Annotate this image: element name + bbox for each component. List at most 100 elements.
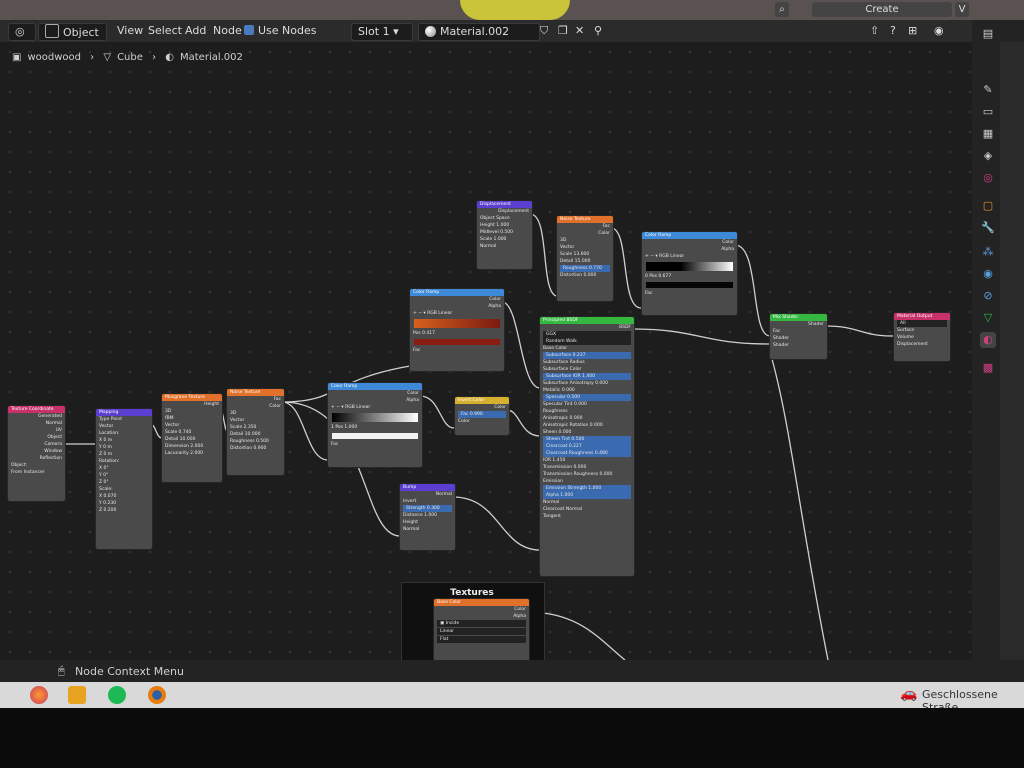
color-mode[interactable]: RGB — [427, 311, 437, 316]
color-ramp-gradient[interactable] — [414, 319, 500, 328]
node-displacement[interactable]: Displacement Displacement Object Space H… — [476, 200, 533, 270]
output-reflection[interactable]: Reflection — [8, 455, 65, 462]
principled-row[interactable]: Subsurface 0.237 — [543, 352, 631, 359]
output-displacement[interactable]: Displacement — [477, 208, 532, 215]
scale-x[interactable]: X 0.070 — [96, 493, 152, 500]
roughness-field[interactable]: Roughness 0.500 — [227, 438, 284, 445]
scale-field[interactable]: Scale 13.600 — [557, 251, 613, 258]
stop-position[interactable]: Pos 1.000 — [335, 425, 357, 430]
output-generated[interactable]: Generated — [8, 413, 65, 420]
scene-properties-icon[interactable]: ◎ — [980, 170, 996, 186]
image-name[interactable]: Inside — [446, 621, 459, 626]
principled-row[interactable]: Specular Tint 0.000 — [540, 401, 634, 408]
principled-row[interactable]: Tangent — [540, 513, 634, 520]
stop-position[interactable]: Pos 0.417 — [410, 330, 504, 337]
node-color-ramp-3[interactable]: Color Ramp Color Alpha + − ▾ RGB Linear … — [641, 231, 738, 316]
detail-field[interactable]: Detail 15.000 — [557, 258, 613, 265]
output-fac[interactable]: Fac — [557, 223, 613, 230]
interpolation[interactable]: Linear — [438, 311, 452, 316]
node-material-output[interactable]: Material Output All Surface Volume Displ… — [893, 312, 951, 362]
image-selector[interactable]: ▣ Inside — [437, 620, 526, 627]
input-shader-1[interactable]: Shader — [770, 335, 827, 342]
spotify-icon[interactable] — [108, 686, 126, 704]
node-noise-texture-2[interactable]: Noise Texture Fac Color 3D Vector Scale … — [556, 215, 614, 302]
principled-row[interactable]: Metallic 0.000 — [540, 387, 634, 394]
node-header[interactable]: Color Ramp — [642, 232, 737, 239]
node-header[interactable]: Texture Coordinate — [8, 406, 65, 413]
height-field[interactable]: Height 1.000 — [477, 222, 532, 229]
node-bump[interactable]: Bump Normal Invert Strength 0.300 Distan… — [399, 483, 456, 551]
view-layer-icon[interactable]: ◈ — [980, 148, 996, 164]
interpolation[interactable]: Linear — [356, 405, 370, 410]
principled-row[interactable]: Anisotropic 0.000 — [540, 415, 634, 422]
input-shader-2[interactable]: Shader — [770, 342, 827, 349]
output-window[interactable]: Window — [8, 448, 65, 455]
roughness-slider[interactable]: Roughness 0.770 — [560, 265, 610, 272]
output-icon[interactable]: ▦ — [980, 126, 996, 142]
node-musgrave-texture[interactable]: Musgrave Texture Height 3D fBM Vector Sc… — [161, 393, 223, 483]
output-color[interactable]: Color — [328, 390, 422, 397]
lacunarity-field[interactable]: Lacunarity 2.000 — [162, 450, 222, 457]
principled-row[interactable]: Emission — [540, 478, 634, 485]
node-header[interactable]: Base Color — [434, 599, 529, 606]
output-color[interactable]: Color — [642, 239, 737, 246]
midlevel-field[interactable]: Midlevel 0.500 — [477, 229, 532, 236]
node-header[interactable]: Noise Texture — [557, 216, 613, 223]
location-y[interactable]: Y 0 m — [96, 444, 152, 451]
node-invert-color[interactable]: Invert Color Color Fac 0.990 Color — [454, 396, 510, 436]
principled-row[interactable]: Transmission 0.000 — [540, 464, 634, 471]
distance-field[interactable]: Distance 1.000 — [400, 512, 455, 519]
strength-slider[interactable]: Strength 0.300 — [403, 505, 452, 512]
rotation-y[interactable]: Y 0° — [96, 472, 152, 479]
output-color[interactable]: Color — [227, 403, 284, 410]
stop-index[interactable]: 0 — [645, 274, 648, 279]
principled-row[interactable]: Clearcoat 0.227 — [543, 443, 631, 450]
color-ramp-gradient[interactable] — [646, 262, 733, 271]
node-header[interactable]: Material Output — [894, 313, 950, 320]
scale-field[interactable]: Scale 0.740 — [162, 429, 222, 436]
node-header[interactable]: Mix Shader — [770, 314, 827, 321]
principled-row[interactable]: Random Walk — [543, 338, 631, 345]
invert-checkbox[interactable]: Invert — [400, 498, 455, 505]
principled-row[interactable]: Base Color — [540, 345, 634, 352]
input-vector[interactable]: Vector — [162, 422, 222, 429]
material-properties-icon[interactable]: ◐ — [980, 332, 996, 348]
fac-slider[interactable]: Fac 0.990 — [458, 411, 506, 418]
input-vector[interactable]: Vector — [227, 417, 284, 424]
musgrave-type-dropdown[interactable]: fBM — [162, 415, 222, 422]
dimensions-dropdown[interactable]: 3D — [162, 408, 222, 415]
dimensions-dropdown[interactable]: 3D — [557, 237, 613, 244]
color-mode[interactable]: RGB — [659, 254, 669, 259]
render-icon[interactable]: ▭ — [980, 104, 996, 120]
scale-field[interactable]: Scale 1.000 — [477, 236, 532, 243]
stop-color-swatch[interactable] — [332, 433, 418, 439]
output-color[interactable]: Color — [557, 230, 613, 237]
node-color-ramp-2[interactable]: Color Ramp Color Alpha + − ▾ RGB Linear … — [409, 288, 505, 372]
node-header[interactable]: Mapping — [96, 409, 152, 416]
distortion-field[interactable]: Distortion 0.900 — [227, 445, 284, 452]
ramp-controls[interactable]: + − ▾ RGB Linear — [642, 253, 737, 260]
input-normal[interactable]: Normal — [400, 526, 455, 533]
input-color[interactable]: Color — [455, 418, 509, 425]
ramp-stop-row[interactable]: 0 Pos 0.677 — [642, 273, 737, 280]
principled-row[interactable]: Normal — [540, 499, 634, 506]
output-color[interactable]: Color — [434, 606, 529, 613]
node-header[interactable]: Color Ramp — [328, 383, 422, 390]
scale-field[interactable]: Scale 2.350 — [227, 424, 284, 431]
modifier-icon[interactable]: 🔧 — [980, 220, 996, 236]
output-camera[interactable]: Camera — [8, 441, 65, 448]
from-instancer-checkbox[interactable]: From Instancer — [8, 469, 65, 476]
input-fac[interactable]: Fac — [770, 328, 827, 335]
principled-row[interactable]: Roughness — [540, 408, 634, 415]
output-normal[interactable]: Normal — [400, 491, 455, 498]
node-header[interactable]: Musgrave Texture — [162, 394, 222, 401]
node-base-color-image[interactable]: Base Color Color Alpha ▣ Inside Linear F… — [433, 598, 530, 662]
input-fac[interactable]: Fac — [410, 347, 504, 354]
particles-icon[interactable]: ⁂ — [980, 244, 996, 260]
output-fac[interactable]: Fac — [227, 396, 284, 403]
editor-type-icon[interactable]: ▤ — [980, 26, 996, 42]
location-z[interactable]: Z 0 m — [96, 451, 152, 458]
principled-row[interactable]: Clearcoat Normal — [540, 506, 634, 513]
input-vector[interactable]: Vector — [557, 244, 613, 251]
principled-row[interactable]: Clearcoat Roughness 0.480 — [543, 450, 631, 457]
